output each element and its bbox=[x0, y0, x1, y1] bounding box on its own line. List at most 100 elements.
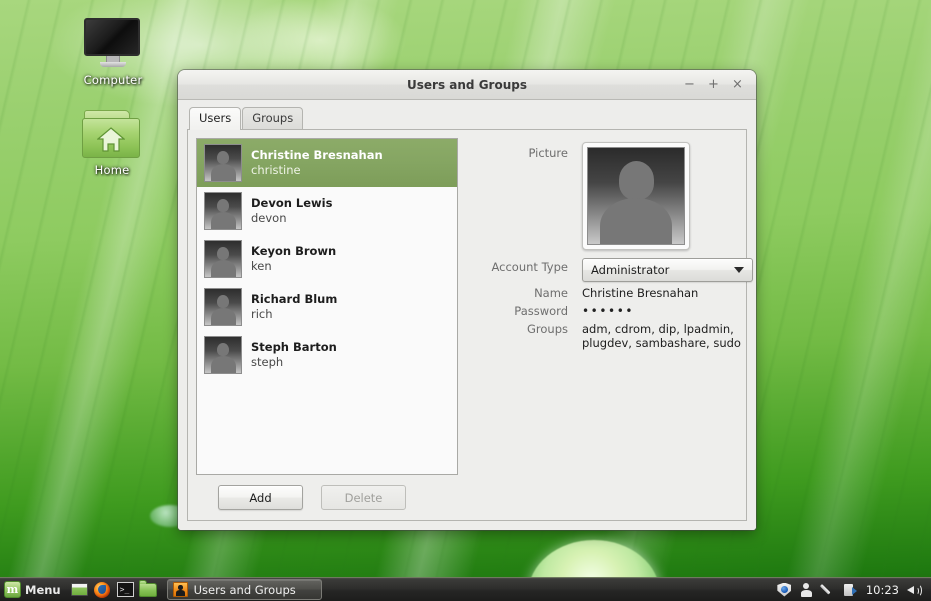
close-button[interactable]: × bbox=[730, 77, 745, 92]
avatar bbox=[204, 192, 242, 230]
users-icon bbox=[172, 582, 188, 597]
avatar-body bbox=[210, 163, 236, 181]
taskbar-window-label: Users and Groups bbox=[193, 582, 296, 597]
user-list-item[interactable]: Richard Blum rich bbox=[197, 283, 457, 331]
avatar-head bbox=[217, 294, 230, 309]
avatar bbox=[204, 144, 242, 182]
tab-groups[interactable]: Groups bbox=[242, 107, 304, 129]
avatar-head bbox=[217, 198, 230, 213]
users-tab-panel: Christine Bresnahan christine Devon Lewi… bbox=[187, 130, 753, 521]
speaker-cone bbox=[907, 585, 914, 594]
password-label: Password bbox=[514, 304, 568, 318]
action-button-bar: Add Delete bbox=[196, 475, 458, 512]
clock[interactable]: 10:23 bbox=[865, 583, 900, 597]
software-update-icon[interactable] bbox=[843, 582, 858, 597]
desktop-icon-home[interactable]: Home bbox=[64, 110, 160, 177]
desktop[interactable]: Computer Home Users and Groups − + × Use… bbox=[0, 0, 931, 601]
user-full-name: Richard Blum bbox=[251, 292, 338, 306]
taskbar-window-button[interactable]: Users and Groups bbox=[166, 579, 322, 600]
avatar bbox=[204, 336, 242, 374]
user-list-item[interactable]: Keyon Brown ken bbox=[197, 235, 457, 283]
monitor-base bbox=[100, 62, 126, 67]
tab-strip: Users Groups bbox=[187, 106, 747, 130]
name-value[interactable]: Christine Bresnahan bbox=[582, 282, 753, 300]
avatar-head bbox=[217, 150, 230, 165]
user-list[interactable]: Christine Bresnahan christine Devon Lewi… bbox=[196, 138, 458, 475]
monitor-icon bbox=[84, 18, 142, 70]
users-and-groups-window[interactable]: Users and Groups − + × Users Groups Chri… bbox=[178, 70, 756, 530]
user-list-item[interactable]: Christine Bresnahan christine bbox=[197, 139, 457, 187]
update-icon bbox=[843, 583, 857, 597]
window-controls: − + × bbox=[682, 77, 756, 92]
avatar-body bbox=[210, 211, 236, 229]
avatar-body bbox=[600, 197, 672, 244]
show-desktop-button[interactable] bbox=[70, 580, 89, 599]
monitor-screen bbox=[84, 18, 140, 56]
minimize-button[interactable]: − bbox=[682, 77, 697, 92]
chevron-down-icon bbox=[734, 267, 744, 273]
avatar-head bbox=[217, 246, 230, 261]
window-titlebar[interactable]: Users and Groups − + × bbox=[178, 70, 756, 100]
speaker-wave-outer bbox=[914, 584, 922, 597]
password-value[interactable]: •••••• bbox=[582, 300, 753, 318]
user-list-item[interactable]: Steph Barton steph bbox=[197, 331, 457, 379]
account-type-label: Account Type bbox=[491, 260, 568, 274]
avatar-head bbox=[618, 161, 655, 200]
speaker-icon bbox=[907, 583, 922, 597]
avatar bbox=[204, 240, 242, 278]
name-label: Name bbox=[534, 286, 568, 300]
desktop-icon-computer[interactable]: Computer bbox=[65, 18, 161, 87]
add-button[interactable]: Add bbox=[218, 485, 303, 510]
window-title: Users and Groups bbox=[407, 77, 527, 92]
user-login-name: christine bbox=[251, 163, 301, 177]
delete-button: Delete bbox=[321, 485, 406, 510]
start-menu-button[interactable]: m Menu bbox=[2, 579, 66, 601]
groups-value[interactable]: adm, cdrom, dip, lpadmin, plugdev, samba… bbox=[582, 318, 753, 350]
avatar bbox=[204, 288, 242, 326]
start-menu-label: Menu bbox=[25, 582, 61, 597]
home-folder-icon bbox=[82, 110, 142, 160]
user-account-icon[interactable] bbox=[799, 582, 814, 597]
firefox-icon bbox=[94, 581, 111, 598]
person-icon bbox=[800, 583, 813, 597]
avatar-body bbox=[210, 307, 236, 325]
user-login-name: devon bbox=[251, 211, 287, 225]
desktop-icon-computer-label: Computer bbox=[83, 73, 143, 87]
show-desktop-icon bbox=[70, 583, 88, 596]
avatar-large bbox=[587, 147, 685, 245]
account-type-dropdown[interactable]: Administrator bbox=[582, 258, 753, 282]
user-full-name: Keyon Brown bbox=[251, 244, 337, 258]
linux-mint-logo-icon: m bbox=[4, 581, 21, 598]
groups-label: Groups bbox=[526, 322, 568, 336]
user-full-name: Christine Bresnahan bbox=[251, 148, 383, 162]
user-login-name: steph bbox=[251, 355, 284, 369]
taskbar-left: m Menu >_ Users and Groups bbox=[2, 579, 322, 601]
tab-users[interactable]: Users bbox=[189, 107, 242, 130]
file-manager-launcher[interactable] bbox=[139, 579, 158, 599]
user-login-name: ken bbox=[251, 259, 272, 273]
user-full-name: Devon Lewis bbox=[251, 196, 333, 210]
pen-tool-icon[interactable] bbox=[821, 582, 836, 597]
user-login-name: rich bbox=[251, 307, 273, 321]
terminal-launcher[interactable]: >_ bbox=[116, 580, 135, 599]
taskbar: m Menu >_ Users and Groups 10:23 bbox=[0, 577, 931, 601]
terminal-icon: >_ bbox=[116, 582, 134, 597]
shield-icon bbox=[777, 582, 792, 597]
house-glyph bbox=[97, 127, 125, 152]
firefox-launcher[interactable] bbox=[93, 580, 112, 599]
update-manager-shield-icon[interactable] bbox=[777, 582, 792, 597]
maximize-button[interactable]: + bbox=[706, 77, 721, 92]
picture-frame[interactable] bbox=[582, 142, 690, 250]
avatar-head bbox=[217, 342, 230, 357]
system-tray: 10:23 bbox=[777, 582, 929, 597]
user-list-item[interactable]: Devon Lewis devon bbox=[197, 187, 457, 235]
picture-label: Picture bbox=[528, 146, 568, 160]
user-full-name: Steph Barton bbox=[251, 340, 337, 354]
desktop-icon-home-label: Home bbox=[94, 163, 130, 177]
picture-field[interactable] bbox=[582, 142, 753, 250]
account-type-value: Administrator bbox=[591, 263, 670, 277]
volume-button[interactable] bbox=[907, 582, 922, 597]
user-list-section: Christine Bresnahan christine Devon Lewi… bbox=[196, 138, 458, 475]
user-details-pane: Picture Account Type Administrator Name … bbox=[468, 138, 753, 475]
avatar-body bbox=[210, 355, 236, 373]
